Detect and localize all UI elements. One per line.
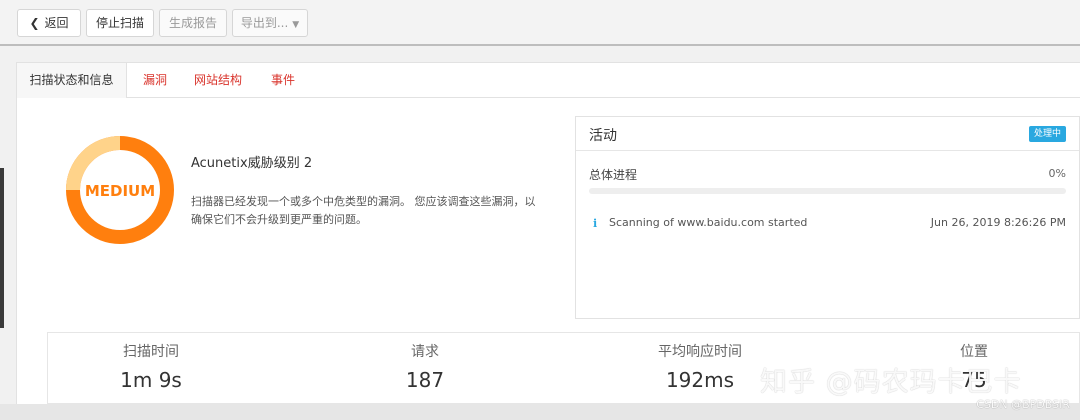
caret-down-icon: ▼ xyxy=(292,20,300,30)
progress-bar xyxy=(589,188,1066,194)
bottom-strip xyxy=(0,404,1080,420)
stop-scan-label: 停止扫描 xyxy=(95,16,144,30)
back-button[interactable]: ❮ 返回 xyxy=(17,9,81,37)
export-dropdown-button[interactable]: 导出到... ▼ xyxy=(232,9,308,37)
tab-scan-status[interactable]: 扫描状态和信息 xyxy=(17,63,127,98)
stat-label-avg-response: 平均响应时间 xyxy=(658,344,742,360)
stat-value-requests: 187 xyxy=(405,368,445,392)
threat-level-gauge: MEDIUM xyxy=(66,136,174,244)
stat-value-scan-time: 1m 9s xyxy=(120,368,182,392)
back-button-label: 返回 xyxy=(44,16,69,30)
stat-label-locations: 位置 xyxy=(960,344,988,360)
stop-scan-button[interactable]: 停止扫描 xyxy=(86,9,154,37)
info-icon: i xyxy=(593,217,598,230)
threat-title: Acunetix威胁级别 2 xyxy=(191,156,313,171)
tab-label: 事件 xyxy=(270,73,295,87)
activity-title: 活动 xyxy=(589,128,617,144)
chevron-left-icon: ❮ xyxy=(29,16,40,30)
export-label: 导出到... xyxy=(240,16,289,30)
tab-label: 漏洞 xyxy=(142,73,167,87)
status-badge: 处理中 xyxy=(1028,126,1066,142)
zhihu-watermark: 知乎 @码农玛卡巴卡 xyxy=(760,367,1022,398)
activity-panel: 活动 处理中 总体进程 0% i Scanning of www.baidu.c… xyxy=(575,116,1080,319)
tab-events[interactable]: 事件 xyxy=(263,63,303,98)
left-edge xyxy=(0,168,4,328)
activity-header: 活动 处理中 xyxy=(576,117,1079,151)
csdn-watermark: CSDN @BPDBSIR xyxy=(976,398,1070,411)
threat-level-text: MEDIUM xyxy=(85,182,155,200)
tab-site-structure[interactable]: 网站结构 xyxy=(188,63,248,98)
tab-vulnerabilities[interactable]: 漏洞 xyxy=(135,63,175,98)
tab-label: 网站结构 xyxy=(193,73,242,87)
progress-label: 总体进程 xyxy=(589,168,638,182)
stat-label-scan-time: 扫描时间 xyxy=(123,344,179,360)
toolbar: ❮ 返回 停止扫描 生成报告 导出到... ▼ xyxy=(0,0,1080,46)
tab-bar: 扫描状态和信息 漏洞 网站结构 事件 xyxy=(17,63,1080,98)
stat-label-requests: 请求 xyxy=(411,344,439,360)
threat-description: 扫描器已经发现一个或多个中危类型的漏洞。 您应该调查这些漏洞，以确保它们不会升级… xyxy=(191,195,536,226)
generate-report-label: 生成报告 xyxy=(168,16,217,30)
progress-percent: 0% xyxy=(1048,167,1066,180)
log-message: Scanning of www.baidu.com started xyxy=(609,216,808,229)
stat-value-avg-response: 192ms xyxy=(665,368,735,392)
tab-label: 扫描状态和信息 xyxy=(29,73,114,87)
generate-report-button[interactable]: 生成报告 xyxy=(159,9,227,37)
log-timestamp: Jun 26, 2019 8:26:26 PM xyxy=(930,216,1066,229)
